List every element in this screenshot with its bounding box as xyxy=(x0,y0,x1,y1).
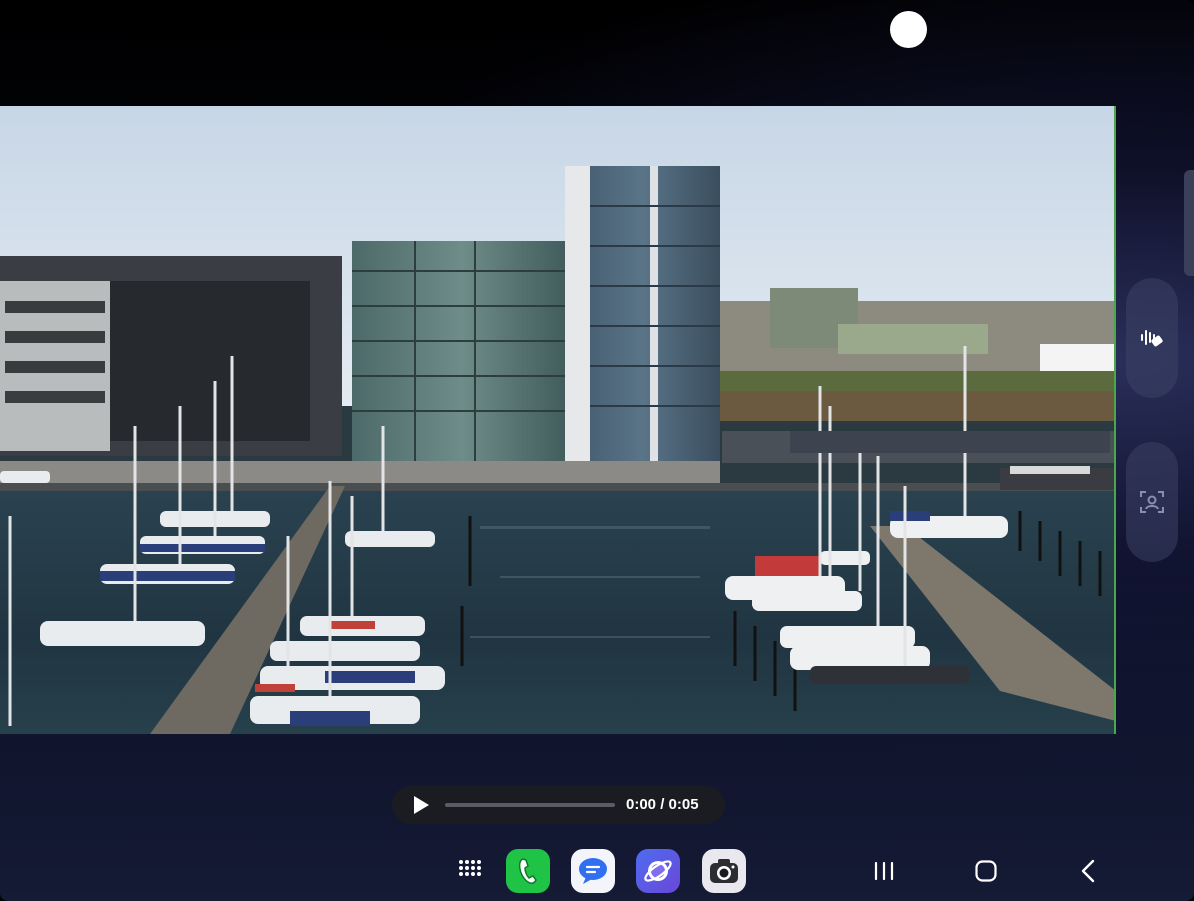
camera-icon xyxy=(710,859,738,883)
face-frame-button[interactable] xyxy=(1126,442,1178,562)
face-frame-icon xyxy=(1140,491,1164,513)
front-camera-icon xyxy=(890,11,927,48)
apps-grid-icon xyxy=(459,860,481,876)
back-button[interactable] xyxy=(1068,852,1108,890)
phone-app[interactable] xyxy=(506,849,550,893)
apps-grid-button[interactable] xyxy=(448,849,492,893)
internet-icon xyxy=(644,860,672,882)
time-display: 0:00 / 0:05 xyxy=(626,796,699,813)
edge-panel-handle[interactable] xyxy=(1184,170,1194,276)
internet-app[interactable] xyxy=(636,849,680,893)
phone-icon xyxy=(518,858,537,884)
device-screen: 0:00 / 0:05 xyxy=(0,0,1194,901)
recents-icon xyxy=(874,861,894,881)
video-frame-border xyxy=(1114,106,1116,734)
recents-button[interactable] xyxy=(864,852,904,890)
camera-app[interactable] xyxy=(702,849,746,893)
harbor-video-frame xyxy=(0,106,1116,734)
play-icon xyxy=(414,796,429,814)
voice-eraser-icon xyxy=(1141,330,1163,347)
play-button[interactable] xyxy=(410,794,432,816)
messages-app[interactable] xyxy=(571,849,615,893)
video-controls: 0:00 / 0:05 xyxy=(392,786,725,824)
back-icon xyxy=(1081,859,1095,883)
voice-eraser-button[interactable] xyxy=(1126,278,1178,398)
home-icon xyxy=(975,860,997,882)
home-button[interactable] xyxy=(966,852,1006,890)
seek-bar[interactable] xyxy=(445,803,615,807)
messages-icon xyxy=(579,858,607,884)
video-player[interactable] xyxy=(0,106,1116,734)
